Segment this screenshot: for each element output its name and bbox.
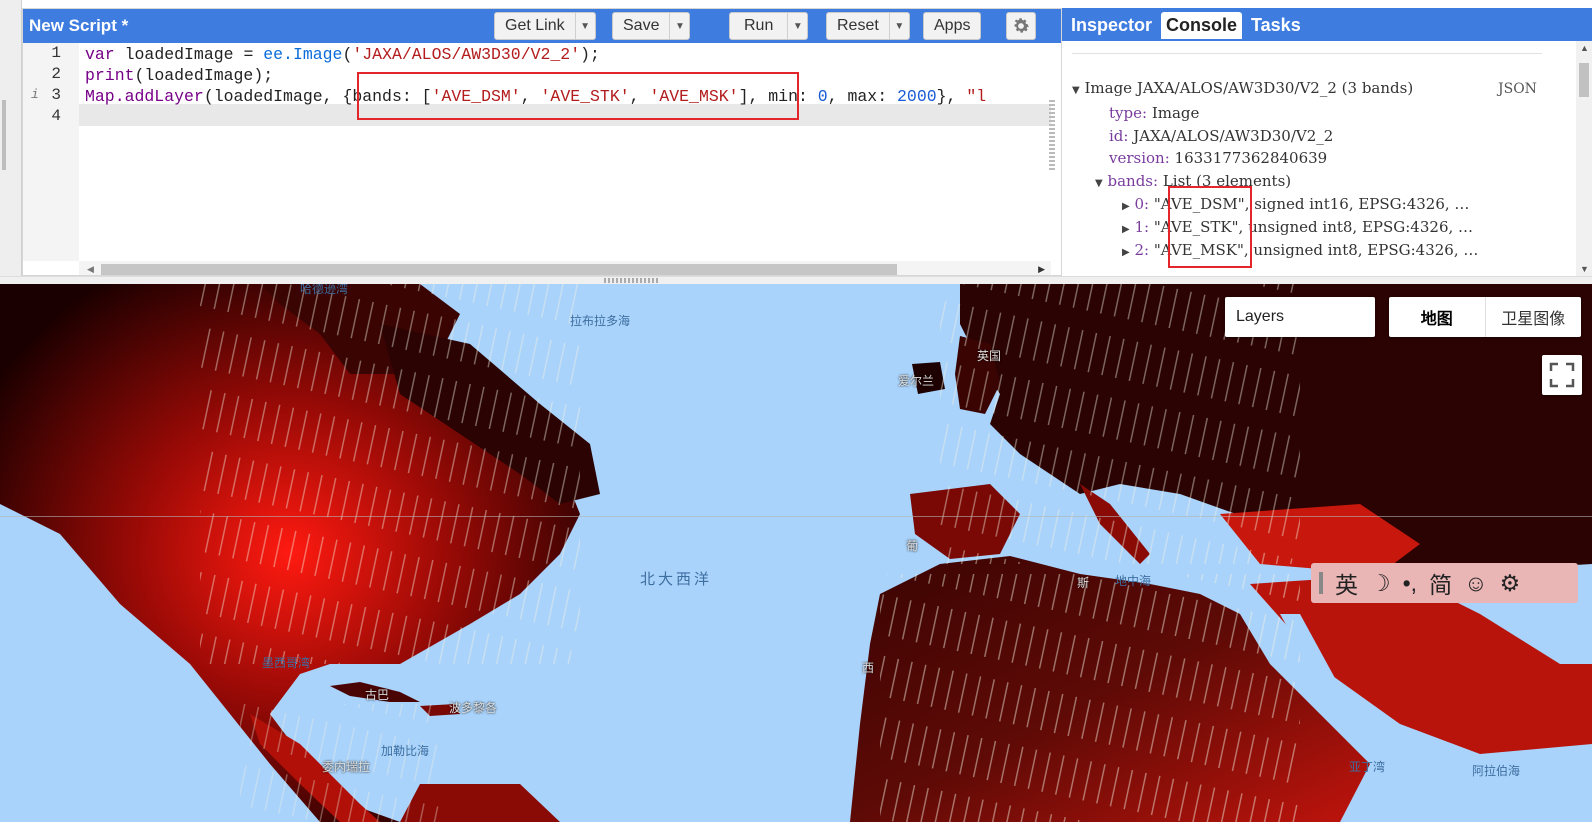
map-view[interactable]: 哈德逊湾 拉布拉多海 北大西洋 墨西哥湾 加勒比海 波多黎各 古巴 委内瑞拉 英…	[0, 284, 1592, 822]
script-title: New Script *	[29, 16, 129, 35]
map-label-caribbean: 加勒比海	[381, 744, 430, 758]
code-area[interactable]: 1 2 i 3 4 var loadedImage = ee.Image('JA…	[23, 43, 1051, 261]
field-row: type: Image	[1109, 104, 1200, 122]
field-row: version: 1633177362840639	[1109, 149, 1328, 167]
map-label-north-atlantic: 北大西洋	[640, 571, 713, 588]
left-panel-gutter	[0, 0, 22, 284]
splitter-grip[interactable]	[604, 278, 660, 283]
settings-gear-button[interactable]	[1006, 12, 1036, 40]
layers-control[interactable]: Layers	[1225, 297, 1375, 337]
fullscreen-button[interactable]	[1542, 355, 1582, 395]
punctuation-icon[interactable]: •,	[1403, 570, 1417, 597]
save-dropdown-icon[interactable]: ▼	[669, 13, 689, 39]
expand-right-icon[interactable]: ▶	[1122, 201, 1130, 212]
line-number: 4	[51, 107, 61, 125]
map-label-uk: 英国	[977, 349, 1002, 363]
expand-down-icon[interactable]: ▼	[1095, 178, 1103, 189]
expand-right-icon[interactable]: ▶	[1122, 224, 1130, 235]
image-header: Image JAXA/ALOS/AW3D30/V2_2 (3 bands)	[1084, 79, 1414, 97]
horizontal-scrollbar[interactable]: ◀ ▶	[79, 261, 1051, 275]
run-dropdown-icon[interactable]: ▼	[787, 13, 807, 39]
console-output: ▼ Image JAXA/ALOS/AW3D30/V2_2 (3 bands) …	[1062, 41, 1592, 276]
map-label-venezuela: 委内瑞拉	[322, 760, 371, 774]
scroll-up-icon[interactable]: ▲	[1580, 43, 1589, 53]
emoji-icon[interactable]: ☺	[1464, 570, 1487, 597]
image-header-row[interactable]: ▼ Image JAXA/ALOS/AW3D30/V2_2 (3 bands)	[1072, 79, 1413, 97]
map-label-mediterranean: 地中海	[1115, 574, 1152, 588]
ime-toolbar: 英 ☽ •, 简 ☺ ⚙	[1311, 563, 1578, 603]
save-button[interactable]: Save ▼	[612, 12, 691, 40]
reset-dropdown-icon[interactable]: ▼	[888, 13, 909, 39]
scroll-down-icon[interactable]: ▼	[1580, 264, 1589, 274]
tab-inspector[interactable]: Inspector	[1066, 12, 1157, 39]
map-label-gulf-of-mexico: 墨西哥湾	[262, 656, 311, 670]
scrollbar-thumb[interactable]	[1579, 63, 1589, 97]
apps-button[interactable]: Apps	[923, 12, 982, 40]
gear-icon	[1014, 18, 1029, 33]
tab-console[interactable]: Console	[1161, 12, 1243, 39]
reset-button[interactable]: Reset ▼	[826, 12, 910, 40]
map-label-ireland: 爱尔兰	[898, 374, 935, 388]
bands-highlight-box	[357, 72, 799, 120]
map-label-aden: 亚丁湾	[1349, 760, 1386, 774]
line-number: 2	[51, 65, 61, 83]
right-panel-tabs: Inspector Console Tasks	[1062, 8, 1592, 41]
run-label: Run	[744, 17, 774, 34]
horizontal-splitter[interactable]	[0, 276, 1592, 284]
scrollbar-thumb[interactable]	[101, 264, 897, 275]
moon-icon[interactable]: ☽	[1370, 570, 1391, 597]
band-names-highlight-box	[1168, 186, 1252, 268]
scroll-left-icon[interactable]: ◀	[87, 264, 94, 275]
expand-right-icon[interactable]: ▶	[1122, 247, 1130, 258]
field-row: id: JAXA/ALOS/AW3D30/V2_2	[1109, 127, 1334, 145]
streak-overlay-na	[200, 284, 580, 664]
json-link[interactable]: JSON	[1498, 81, 1537, 97]
right-panel: Inspector Console Tasks ▼ Image JAXA/ALO…	[1061, 8, 1592, 276]
map-type-map[interactable]: 地图	[1389, 297, 1486, 337]
map-label-west-sahara: 西	[862, 661, 875, 675]
run-button[interactable]: Run ▼	[729, 12, 809, 40]
map-label-puerto-rico: 波多黎各	[449, 701, 498, 715]
map-type-satellite[interactable]: 卫星图像	[1486, 297, 1582, 337]
ime-language-toggle[interactable]: 英	[1335, 566, 1358, 600]
line-number-gutter: 1 2 i 3 4	[23, 43, 79, 261]
drag-handle-icon[interactable]	[1319, 572, 1323, 594]
console-scrollbar[interactable]: ▲ ▼	[1576, 41, 1592, 276]
map-type-control: 地图 卫星图像	[1389, 297, 1581, 337]
graticule-line	[0, 516, 1592, 517]
reset-label: Reset	[837, 17, 879, 34]
apps-label: Apps	[934, 17, 971, 34]
map-label-cuba: 古巴	[365, 688, 390, 702]
vertical-splitter[interactable]	[1049, 100, 1055, 170]
left-splitter-grip[interactable]	[2, 100, 6, 170]
get-link-dropdown-icon[interactable]: ▼	[574, 13, 595, 39]
editor-toolbar: New Script * Get Link ▼ Save ▼ Run ▼ Res…	[23, 9, 1061, 43]
code-line-1: var loadedImage = ee.Image('JAXA/ALOS/AW…	[85, 45, 600, 64]
elevation-layer	[0, 284, 1592, 822]
line-number: 3	[51, 86, 61, 104]
get-link-label: Get Link	[505, 17, 565, 34]
code-editor-panel: New Script * Get Link ▼ Save ▼ Run ▼ Res…	[22, 8, 1062, 276]
streak-overlay-af	[880, 574, 1300, 822]
map-label-arabian-sea: 阿拉伯海	[1472, 764, 1521, 778]
get-link-button[interactable]: Get Link ▼	[494, 12, 596, 40]
code-line-2: print(loadedImage);	[85, 66, 274, 85]
save-label: Save	[623, 17, 660, 34]
info-icon[interactable]: i	[31, 87, 39, 102]
map-label-tunisia: 斯	[1077, 576, 1090, 590]
ime-settings-icon[interactable]: ⚙	[1500, 570, 1521, 597]
map-label-labrador-sea: 拉布拉多海	[570, 314, 631, 328]
tab-tasks[interactable]: Tasks	[1246, 12, 1306, 39]
line-number: 1	[51, 44, 61, 62]
console-divider	[1072, 53, 1542, 54]
scroll-right-icon[interactable]: ▶	[1038, 264, 1045, 275]
map-label-hudson: 哈德逊湾	[300, 284, 349, 296]
fullscreen-icon	[1549, 362, 1575, 388]
map-label-portugal: 葡	[906, 539, 919, 553]
ime-simplified-toggle[interactable]: 简	[1429, 566, 1452, 600]
expand-down-icon[interactable]: ▼	[1072, 85, 1080, 96]
